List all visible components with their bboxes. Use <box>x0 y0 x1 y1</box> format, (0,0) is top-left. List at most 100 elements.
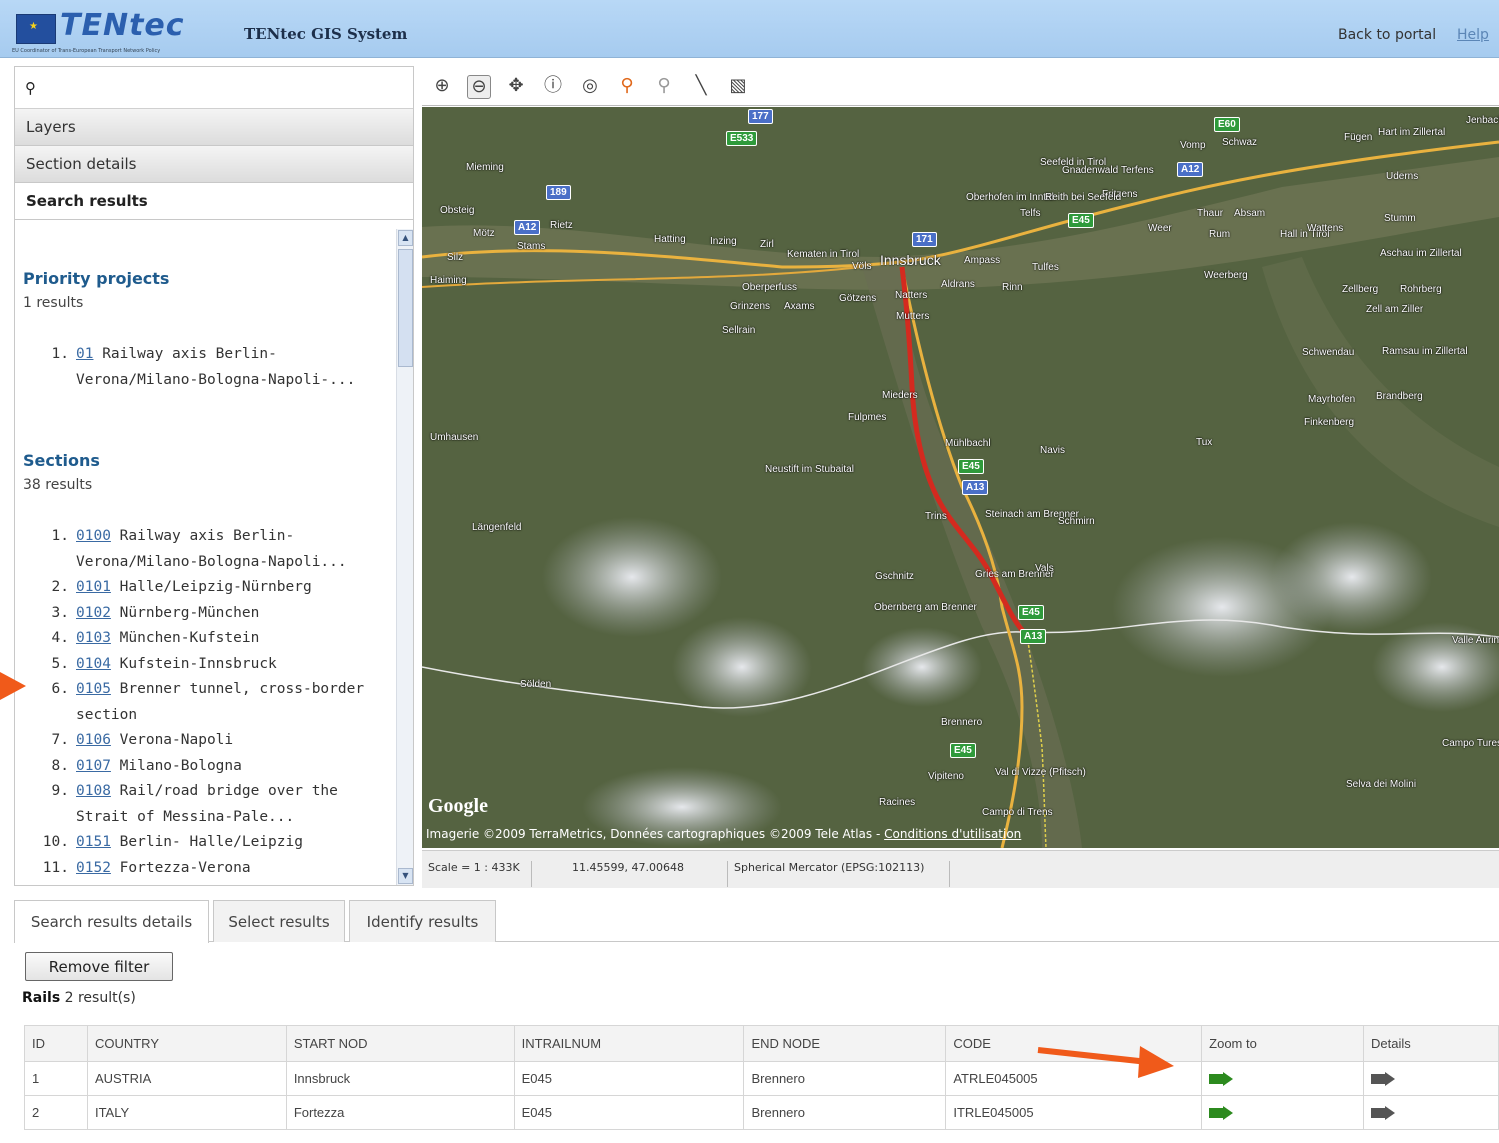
scroll-up-icon[interactable]: ▲ <box>398 230 413 246</box>
map-canvas[interactable] <box>422 107 1499 848</box>
map-place-label: Oberperfuss <box>742 282 798 293</box>
result-code-link[interactable]: 0104 <box>76 656 111 672</box>
result-code-link[interactable]: 0107 <box>76 758 111 774</box>
zoom-to-icon[interactable] <box>1209 1106 1235 1120</box>
result-code-link[interactable]: 0103 <box>76 630 111 646</box>
result-text: Berlin- Halle/Leipzig <box>110 834 303 850</box>
zoom-in-icon[interactable]: ⊕ <box>430 75 454 99</box>
logo-text: TENtec <box>60 8 185 43</box>
identify-icon[interactable]: ⓘ <box>541 75 565 99</box>
column-header[interactable]: Details <box>1363 1025 1499 1062</box>
app-title: TENtec GIS System <box>244 25 408 43</box>
column-header[interactable]: COUNTRY <box>86 1025 287 1062</box>
table-cell: E045 <box>513 1095 745 1130</box>
column-header[interactable]: START NOD <box>285 1025 515 1062</box>
list-item-number: 1. <box>51 528 69 544</box>
select-icon[interactable]: ⚲ <box>615 75 639 99</box>
result-text: Brenner tunnel, cross-border section <box>76 681 365 723</box>
map-place-label: Umhausen <box>430 432 479 443</box>
map-place-label: Brandberg <box>1376 391 1423 402</box>
list-item-number: 7. <box>51 732 69 748</box>
logo-subtext: EU Coordinator of Trans-European Transpo… <box>12 48 161 54</box>
list-item: 9. 0108 Rail/road bridge over the Strait … <box>15 779 395 830</box>
rails-results-table: ID COUNTRY START NOD INTRAILNUM END NODE CODE… <box>24 1025 1499 1130</box>
zoom-to-cell <box>1201 1061 1365 1096</box>
accordion-section-details[interactable]: Section details <box>15 146 413 183</box>
clear-selection-icon[interactable]: ▧ <box>726 75 750 99</box>
tab-search-results-details[interactable]: Search results details <box>14 900 209 943</box>
priority-projects-title: Priority projects <box>23 269 170 288</box>
map-place-label: Vipiteno <box>928 771 964 782</box>
map-place-label: Rum <box>1209 229 1231 240</box>
sections-title: Sections <box>23 451 100 470</box>
results-scrollbar[interactable]: ▲ ▼ <box>396 229 413 885</box>
table-cell: Innsbruck <box>285 1061 515 1096</box>
terms-of-use-link[interactable]: Conditions d'utilisation <box>884 827 1021 841</box>
road-shield-blue: 171 <box>912 232 937 247</box>
result-code-link[interactable]: 0101 <box>76 579 111 595</box>
map-view[interactable]: InnsbruckSchwazVompJenbachHall in TirolA… <box>422 107 1499 848</box>
scroll-thumb[interactable] <box>398 249 413 367</box>
zoom-to-icon[interactable] <box>1209 1072 1235 1086</box>
table-cell: ITALY <box>86 1095 287 1130</box>
list-item: 10. 0151 Berlin- Halle/Leipzig <box>15 830 395 856</box>
map-place-label: Längenfeld <box>472 522 522 533</box>
result-text: Railway axis Berlin-Verona/Milano-Bologn… <box>76 528 347 570</box>
result-text: Halle/Leipzig-Nürnberg <box>110 579 312 595</box>
tentec-logo[interactable]: ★ TENtec EU Coordinator of Trans-Europea… <box>12 8 196 54</box>
map-place-label: Mühlbachl <box>945 438 991 449</box>
result-code-link[interactable]: 0106 <box>76 732 111 748</box>
tab-select-results[interactable]: Select results <box>213 900 345 942</box>
result-code-link[interactable]: 0151 <box>76 834 111 850</box>
map-place-label: Stumm <box>1384 213 1416 224</box>
scroll-down-icon[interactable]: ▼ <box>398 868 413 884</box>
map-place-label: Racines <box>879 797 916 808</box>
result-code-link[interactable]: 01 <box>76 346 93 362</box>
accordion-search-results[interactable]: Search results <box>15 183 413 220</box>
result-text: München-Kufstein <box>110 630 260 646</box>
accordion-layers[interactable]: Layers <box>15 109 413 146</box>
result-code-link[interactable]: 0152 <box>76 860 111 876</box>
details-icon[interactable] <box>1371 1072 1397 1086</box>
search-toolbar: ⚲ <box>15 67 413 109</box>
select-polygon-icon[interactable]: ⚲ <box>652 75 676 99</box>
map-place-label: Obsteig <box>440 205 475 216</box>
map-place-label: Schwaz <box>1222 137 1258 148</box>
tab-identify-results[interactable]: Identify results <box>349 900 496 942</box>
map-place-label: Rohrberg <box>1400 284 1442 295</box>
column-header[interactable]: END NODE <box>743 1025 947 1062</box>
result-code-link[interactable]: 0108 <box>76 783 111 799</box>
result-code-link[interactable]: 0102 <box>76 605 111 621</box>
result-code-link[interactable]: 0100 <box>76 528 111 544</box>
list-item: 4. 0103 München-Kufstein <box>15 626 395 652</box>
zoom-out-icon[interactable]: ⊖ <box>467 75 491 99</box>
search-results-list: Priority projects 1 results 1. 01 Railway… <box>15 229 413 885</box>
map-attribution: Imagerie ©2009 TerraMetrics, Données car… <box>426 827 1021 841</box>
road-shield-green: E45 <box>950 743 976 758</box>
bottom-tabs: Search results details Select results Id… <box>14 900 1499 943</box>
zoom-extent-icon[interactable]: ◎ <box>578 75 602 99</box>
measure-icon[interactable]: ╲ <box>689 75 713 99</box>
map-place-label: Navis <box>1040 445 1066 456</box>
column-header[interactable]: INTRAILNUM <box>513 1025 745 1062</box>
pan-icon[interactable]: ✥ <box>504 75 528 99</box>
map-place-label: Brennero <box>941 717 983 728</box>
back-to-portal-link[interactable]: Back to portal <box>1338 27 1436 43</box>
list-item-number: 1. <box>51 346 69 362</box>
left-panel: ⚲ Layers Section details Search results … <box>14 66 414 886</box>
column-header[interactable]: ID <box>24 1025 88 1062</box>
details-icon[interactable] <box>1371 1106 1397 1120</box>
help-link[interactable]: Help <box>1457 27 1489 43</box>
result-text: Nürnberg-München <box>110 604 260 621</box>
map-place-label: Val di Vizze (Pfitsch) <box>995 767 1086 778</box>
map-place-label: Trins <box>925 511 947 522</box>
column-header[interactable]: Zoom to <box>1201 1025 1365 1062</box>
remove-filter-button[interactable]: Remove filter <box>25 952 173 981</box>
binoculars-icon[interactable]: ⚲ <box>25 79 36 97</box>
list-item: 7. 0106 Verona-Napoli <box>15 728 395 754</box>
map-place-label: Campo di Trens <box>982 807 1053 818</box>
result-code-link[interactable]: 0105 <box>76 681 111 697</box>
list-item-number: 10. <box>42 834 69 850</box>
map-place-label: Hatting <box>654 234 686 245</box>
road-shield-green: A13 <box>1020 629 1047 644</box>
